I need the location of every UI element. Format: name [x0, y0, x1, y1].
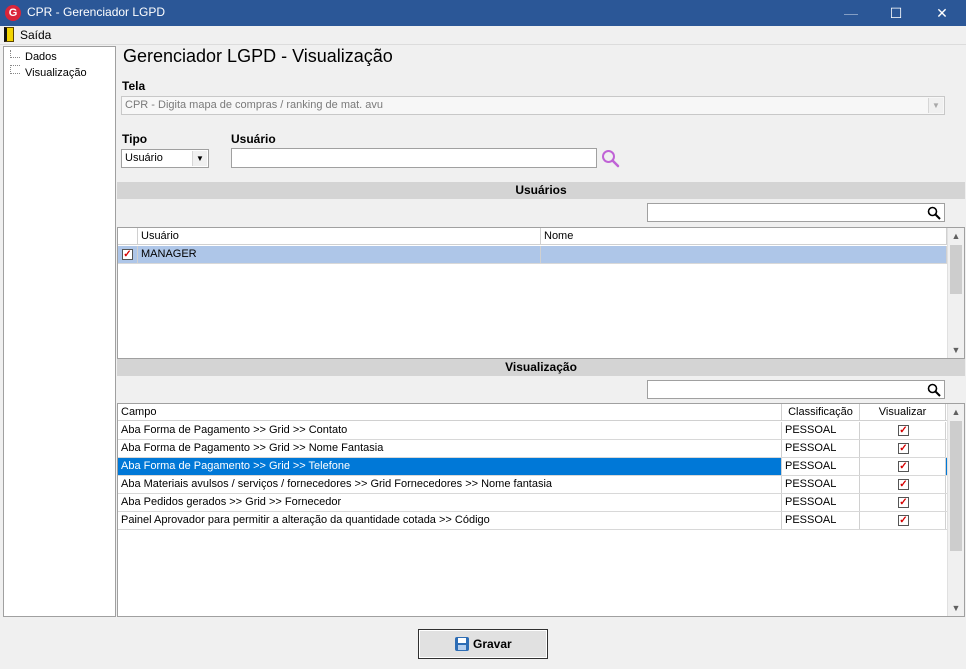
column-header-check [118, 228, 138, 244]
minimize-button[interactable]: — [828, 0, 874, 26]
menu-bar: Saída [0, 26, 966, 45]
usuarios-search-input[interactable] [647, 203, 945, 222]
checkbox-checked-icon[interactable]: ✓ [898, 515, 909, 526]
cell-visualizar[interactable]: ✓ [860, 512, 946, 529]
cell-visualizar[interactable]: ✓ [860, 440, 946, 457]
checkbox-checked-icon[interactable]: ✓ [122, 249, 133, 260]
column-header-campo[interactable]: Campo [118, 404, 782, 420]
chevron-down-icon[interactable]: ▼ [928, 98, 943, 113]
maximize-button[interactable]: ☐ [873, 0, 919, 26]
scroll-up-icon[interactable]: ▲ [948, 404, 964, 420]
cell-campo: Aba Forma de Pagamento >> Grid >> Nome F… [118, 440, 782, 457]
cell-classificacao: PESSOAL [782, 422, 860, 439]
scroll-thumb[interactable] [950, 421, 962, 551]
cell-campo: Aba Pedidos gerados >> Grid >> Fornecedo… [118, 494, 782, 511]
checkbox-checked-icon[interactable]: ✓ [898, 461, 909, 472]
checkbox-checked-icon[interactable]: ✓ [898, 443, 909, 454]
scroll-down-icon[interactable]: ▼ [948, 600, 964, 616]
tipo-value: Usuário [125, 152, 163, 164]
door-exit-icon [4, 27, 14, 42]
usuarios-scrollbar[interactable]: ▲ ▼ [947, 228, 964, 358]
cell-classificacao: PESSOAL [782, 458, 860, 475]
usuario-label: Usuário [231, 132, 276, 146]
cell-visualizar[interactable]: ✓ [860, 422, 946, 439]
cell-visualizar[interactable]: ✓ [860, 494, 946, 511]
usuarios-grid: Usuário Nome ✓ MANAGER ▲ ▼ [117, 227, 965, 359]
visualizacao-search-input[interactable] [647, 380, 945, 399]
visualizacao-grid: Campo Classificação Visualizar Aba Forma… [117, 403, 965, 617]
visualizacao-section-header: Visualização [117, 359, 965, 376]
app-logo-icon: G [5, 5, 21, 21]
table-row[interactable]: Aba Forma de Pagamento >> Grid >> Contat… [118, 422, 947, 440]
title-bar: G CPR - Gerenciador LGPD — ☐ ✕ [0, 0, 966, 26]
cell-campo: Aba Materiais avulsos / serviços / forne… [118, 476, 782, 493]
search-icon[interactable] [600, 148, 622, 168]
checkbox-checked-icon[interactable]: ✓ [898, 425, 909, 436]
close-button[interactable]: ✕ [919, 0, 965, 26]
cell-nome [541, 246, 947, 263]
cell-classificacao: PESSOAL [782, 494, 860, 511]
save-button-label: Gravar [473, 637, 512, 651]
table-row[interactable]: ✓ MANAGER [118, 246, 947, 264]
scroll-down-icon[interactable]: ▼ [948, 342, 964, 358]
table-row[interactable]: Aba Forma de Pagamento >> Grid >> Nome F… [118, 440, 947, 458]
cell-campo: Aba Forma de Pagamento >> Grid >> Contat… [118, 422, 782, 439]
floppy-disk-icon [455, 637, 469, 651]
tree-item-label: Dados [25, 51, 57, 63]
visualizacao-scrollbar[interactable]: ▲ ▼ [947, 404, 964, 616]
cell-classificacao: PESSOAL [782, 476, 860, 493]
table-row[interactable]: Aba Materiais avulsos / serviços / forne… [118, 476, 947, 494]
table-row[interactable]: Aba Pedidos gerados >> Grid >> Fornecedo… [118, 494, 947, 512]
tipo-combobox[interactable]: Usuário ▼ [121, 149, 209, 168]
tipo-label: Tipo [122, 132, 148, 146]
cell-usuario: MANAGER [138, 246, 541, 263]
checkbox-checked-icon[interactable]: ✓ [898, 497, 909, 508]
cell-classificacao: PESSOAL [782, 440, 860, 457]
usuario-input[interactable] [231, 148, 597, 168]
tela-label: Tela [122, 79, 146, 93]
row-check-cell[interactable]: ✓ [118, 246, 138, 263]
tree-item-label: Visualização [25, 67, 87, 79]
cell-visualizar[interactable]: ✓ [860, 458, 946, 475]
table-row[interactable]: Painel Aprovador para permitir a alteraç… [118, 512, 947, 530]
checkbox-checked-icon[interactable]: ✓ [898, 479, 909, 490]
usuarios-section-header: Usuários [117, 182, 965, 199]
column-header-usuario[interactable]: Usuário [138, 228, 541, 244]
column-header-classificacao[interactable]: Classificação [782, 404, 860, 420]
scroll-up-icon[interactable]: ▲ [948, 228, 964, 244]
scroll-thumb[interactable] [950, 245, 962, 294]
chevron-down-icon[interactable]: ▼ [192, 151, 207, 166]
search-icon[interactable] [927, 206, 941, 220]
menu-exit[interactable]: Saída [20, 28, 51, 42]
tree-connector [10, 65, 20, 74]
table-row-selected[interactable]: Aba Forma de Pagamento >> Grid >> Telefo… [118, 458, 947, 476]
page-title: Gerenciador LGPD - Visualização [123, 46, 393, 66]
cell-visualizar[interactable]: ✓ [860, 476, 946, 493]
window-title: CPR - Gerenciador LGPD [27, 5, 166, 19]
search-icon[interactable] [927, 383, 941, 397]
column-header-visualizar[interactable]: Visualizar [860, 404, 946, 420]
navigation-tree: Dados Visualização [3, 46, 116, 617]
tela-combobox[interactable]: CPR - Digita mapa de compras / ranking d… [121, 96, 945, 115]
cell-classificacao: PESSOAL [782, 512, 860, 529]
usuarios-grid-header: Usuário Nome [118, 228, 947, 245]
column-header-nome[interactable]: Nome [541, 228, 947, 244]
save-button[interactable]: Gravar [418, 629, 548, 659]
tree-connector [10, 50, 20, 58]
visualizacao-grid-header: Campo Classificação Visualizar [118, 404, 947, 421]
cell-campo: Painel Aprovador para permitir a alteraç… [118, 512, 782, 529]
tela-value: CPR - Digita mapa de compras / ranking d… [125, 99, 384, 111]
cell-campo: Aba Forma de Pagamento >> Grid >> Telefo… [118, 458, 782, 475]
